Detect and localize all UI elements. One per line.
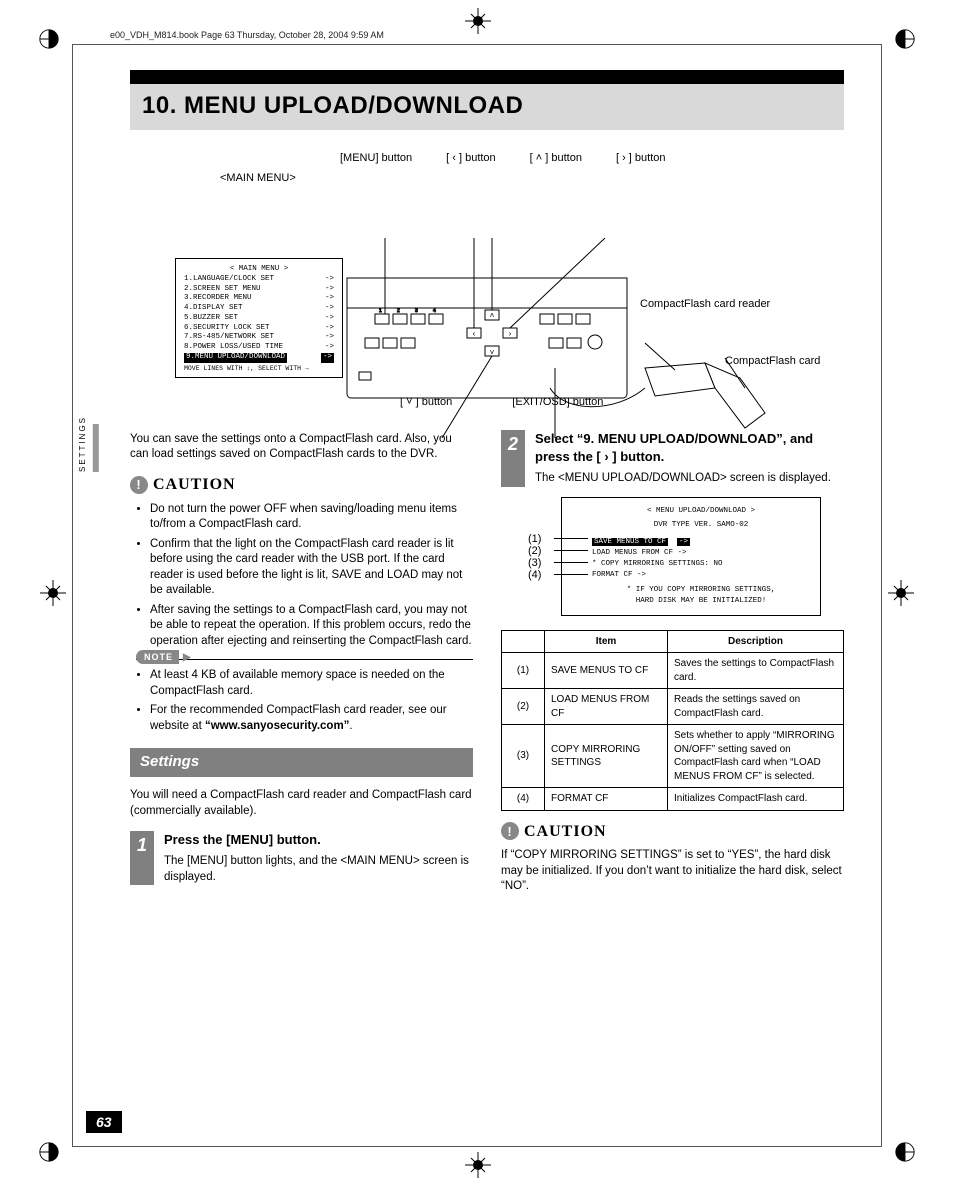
osd-item: 8.POWER LOSS/USED TIME [184, 343, 283, 353]
label-cf-reader: CompactFlash card reader [640, 298, 770, 310]
step-title: Press the [MENU] button. [164, 831, 473, 849]
osd-row: LOAD MENUS FROM CF -> [592, 548, 810, 559]
registration-mark-icon [894, 28, 916, 50]
settings-intro: You will need a CompactFlash card reader… [130, 788, 473, 819]
callout: (4) [528, 568, 541, 584]
caution-item: Confirm that the light on the CompactFla… [150, 537, 473, 599]
osd-item: 5.BUZZER SET [184, 314, 238, 324]
svg-text:1: 1 [379, 308, 382, 314]
step-body: The [MENU] button lights, and the <MAIN … [164, 854, 473, 885]
osd-footer: HARD DISK MAY BE INITIALIZED! [592, 596, 810, 607]
step-number: 1 [130, 831, 154, 886]
caution-list: Do not turn the power OFF when saving/lo… [136, 502, 473, 650]
dvr-device-illustration: 1 2 3 4 ˄ ˅ ‹ › [345, 238, 775, 441]
crop-line [72, 44, 882, 45]
page-number: 63 [86, 1111, 122, 1133]
side-tab-settings: SETTINGS [78, 424, 99, 472]
side-registration-icon [888, 580, 914, 611]
note-list: At least 4 KB of available memory space … [136, 668, 473, 734]
label-menu-button: [MENU] button [340, 152, 412, 164]
main-menu-osd: < MAIN MENU > 1.LANGUAGE/CLOCK SET-> 2.S… [175, 258, 343, 378]
osd-footer: MOVE LINES WITH ↕, SELECT WITH → [184, 365, 334, 373]
label-right-button: [ › ] button [616, 152, 666, 164]
main-menu-caption: <MAIN MENU> [220, 172, 844, 184]
svg-text:2: 2 [397, 308, 400, 314]
caution-badge: ! CAUTION [130, 474, 473, 496]
osd-item-highlight: 9.MENU UPLOAD/DOWNLOAD [184, 353, 287, 363]
intro-text: You can save the settings onto a Compact… [130, 432, 473, 463]
side-registration-icon [40, 580, 66, 611]
osd-row-highlight: SAVE MENUS TO CF [592, 538, 668, 546]
note-item: For the recommended CompactFlash card re… [150, 703, 473, 734]
caution-item: Do not turn the power OFF when saving/lo… [150, 502, 473, 533]
side-registration-icon [465, 1152, 491, 1183]
osd-item: 3.RECORDER MENU [184, 294, 252, 304]
svg-text:›: › [509, 329, 512, 338]
upload-download-osd: (1) (2) (3) (4) < MENU UPLOAD/DOWNLOAD >… [561, 497, 821, 616]
label-left-button: [ ‹ ] button [446, 152, 496, 164]
registration-mark-icon [38, 1141, 60, 1163]
registration-mark-icon [894, 1141, 916, 1163]
svg-text:‹: ‹ [473, 329, 476, 338]
svg-text:4: 4 [433, 308, 436, 314]
osd-item: 1.LANGUAGE/CLOCK SET [184, 275, 274, 285]
crop-line [881, 44, 882, 1147]
table-header-desc: Description [668, 630, 844, 653]
table-row: (1) SAVE MENUS TO CF Saves the settings … [502, 653, 844, 689]
osd-title: < MENU UPLOAD/DOWNLOAD > [592, 506, 810, 517]
osd-item: 6.SECURITY LOCK SET [184, 324, 270, 334]
registration-mark-icon [38, 28, 60, 50]
osd-row: * COPY MIRRORING SETTINGS: NO [592, 559, 810, 570]
triangle-icon: ▶ [183, 651, 192, 665]
exclamation-icon: ! [130, 476, 148, 494]
caution-badge: ! CAUTION [501, 821, 844, 843]
settings-heading: Settings [130, 748, 473, 776]
osd-title: < MAIN MENU > [184, 265, 334, 275]
description-table: Item Description (1) SAVE MENUS TO CF Sa… [501, 630, 844, 811]
osd-version: DVR TYPE VER. SAMO-02 [592, 520, 810, 531]
table-header-item: Item [545, 630, 668, 653]
page-title: 10. MENU UPLOAD/DOWNLOAD [130, 84, 844, 130]
side-registration-icon [465, 8, 491, 39]
table-row: (3) COPY MIRRORING SETTINGS Sets whether… [502, 725, 844, 788]
label-cf-card: CompactFlash card [725, 355, 820, 367]
page-header-meta: e00_VDH_M814.book Page 63 Thursday, Octo… [110, 30, 894, 40]
note-item: At least 4 KB of available memory space … [150, 668, 473, 699]
svg-text:˄: ˄ [490, 311, 495, 320]
step-body: The <MENU UPLOAD/DOWNLOAD> screen is dis… [535, 471, 844, 487]
osd-item: 2.SCREEN SET MENU [184, 285, 261, 295]
svg-text:˅: ˅ [490, 348, 495, 357]
osd-row: FORMAT CF -> [592, 570, 810, 581]
osd-footer: * IF YOU COPY MIRRORING SETTINGS, [592, 585, 810, 596]
crop-line [72, 1146, 882, 1147]
caution-item: After saving the settings to a CompactFl… [150, 603, 473, 650]
svg-text:3: 3 [415, 308, 418, 314]
table-row: (4) FORMAT CF Initializes CompactFlash c… [502, 788, 844, 811]
note-badge: NOTE▶ [136, 659, 473, 664]
osd-item: 4.DISPLAY SET [184, 304, 243, 314]
label-up-button: [ ˄ ] button [530, 152, 582, 164]
crop-line [72, 44, 73, 1147]
osd-item: 7.RS-485/NETWORK SET [184, 333, 274, 343]
exclamation-icon: ! [501, 822, 519, 840]
caution2-text: If “COPY MIRRORING SETTINGS” is set to “… [501, 848, 844, 895]
table-row: (2) LOAD MENUS FROM CF Reads the setting… [502, 689, 844, 725]
step-1: 1 Press the [MENU] button. The [MENU] bu… [130, 831, 473, 886]
title-black-bar [130, 70, 844, 84]
